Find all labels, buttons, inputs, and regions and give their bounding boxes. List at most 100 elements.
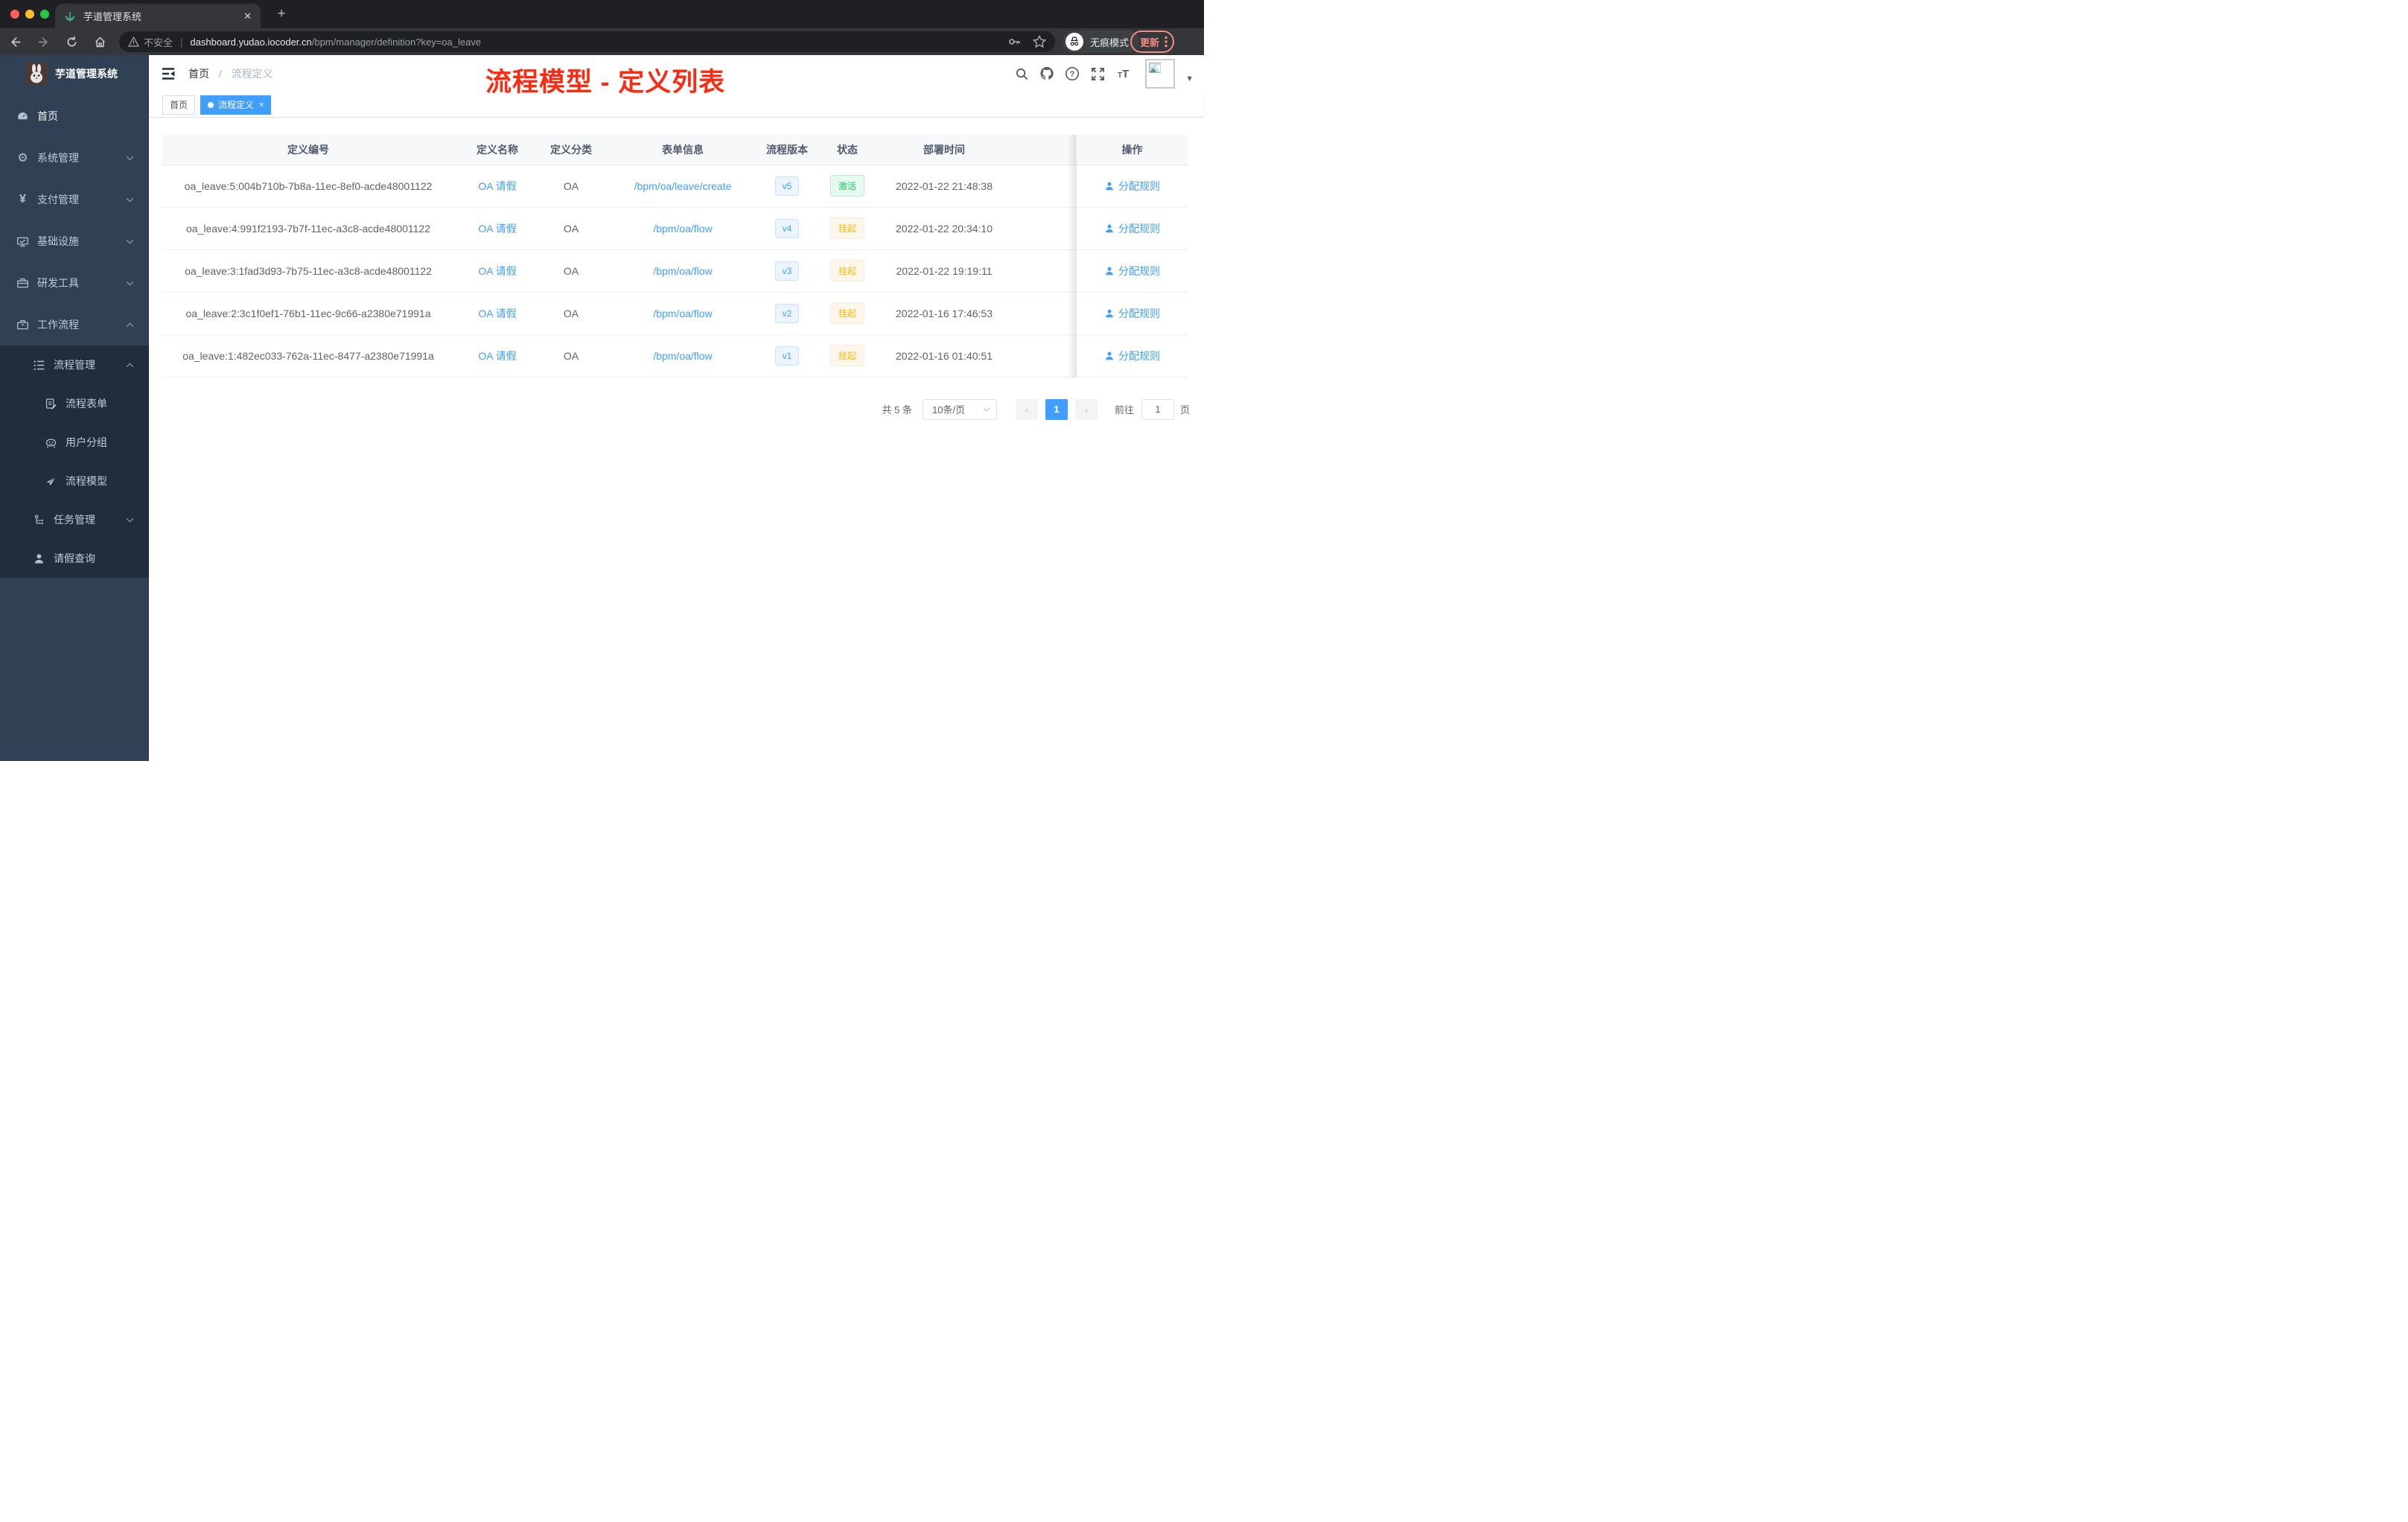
tag-close-icon[interactable]: × (259, 101, 264, 109)
fullscreen-icon[interactable] (1090, 66, 1105, 81)
version-badge: v3 (774, 261, 800, 281)
insecure-label[interactable]: 不安全 (144, 35, 173, 49)
form-link[interactable]: /bpm/oa/flow (653, 265, 712, 277)
assign-rule-button[interactable]: 分配规则 (1104, 264, 1160, 278)
form-link[interactable]: /bpm/oa/flow (653, 223, 712, 235)
sidebar-item-process-form[interactable]: 流程表单 (0, 384, 149, 423)
sidebar-item-workflow[interactable]: 工作流程 (0, 304, 149, 346)
cell-category: OA (541, 165, 602, 208)
browser-tab[interactable]: 芋道管理系统 ✕ (55, 4, 261, 28)
form-link[interactable]: /bpm/oa/flow (653, 308, 712, 319)
update-label[interactable]: 更新 (1140, 35, 1159, 49)
app-logo-rabbit (25, 63, 48, 85)
definition-name-link[interactable]: OA 请假 (478, 265, 516, 277)
sidebar-item-process-model[interactable]: 流程模型 (0, 462, 149, 500)
breadcrumb-home[interactable]: 首页 (188, 68, 209, 80)
cell-category: OA (541, 207, 602, 250)
table-row: oa_leave:4:991f2193-7b7f-11ec-a3c8-acde4… (162, 207, 1188, 250)
next-page-button[interactable]: › (1074, 398, 1098, 420)
sidebar-item-label: 系统管理 (37, 152, 79, 164)
minimize-window-button[interactable] (25, 10, 34, 19)
window-controls (10, 10, 49, 19)
sidebar-item-task-management[interactable]: 任务管理 (0, 500, 149, 539)
bookmark-star-icon[interactable] (1033, 35, 1046, 48)
sidebar-item-devtools[interactable]: 研发工具 (0, 262, 149, 304)
table-row: oa_leave:5:004b710b-7b8a-11ec-8ef0-acde4… (162, 165, 1188, 208)
tag-process-definition[interactable]: 流程定义 × (200, 95, 272, 115)
address-bar[interactable]: 不安全 | dashboard.yudao.iocoder.cn/bpm/man… (119, 31, 1055, 52)
sidebar-item-payment[interactable]: ¥ 支付管理 (0, 179, 149, 220)
prev-page-button[interactable]: ‹ (1015, 398, 1038, 420)
cell-definition-id: oa_leave:5:004b710b-7b8a-11ec-8ef0-acde4… (162, 165, 454, 208)
tag-label: 首页 (170, 100, 188, 110)
page-size-value: 10条/页 (931, 404, 966, 415)
back-icon[interactable] (9, 36, 22, 48)
url-host[interactable]: dashboard.yudao.iocoder.cn (190, 36, 311, 48)
sidebar-item-label: 任务管理 (54, 514, 95, 526)
search-icon[interactable] (1014, 66, 1029, 81)
avatar[interactable] (1145, 59, 1176, 89)
cell-deploy-time: 2022-01-22 19:19:11 (885, 249, 1004, 293)
caret-down-icon[interactable]: ▼ (1185, 74, 1194, 83)
assign-rule-button[interactable]: 分配规则 (1104, 221, 1160, 236)
annotation-title: 流程模型 - 定义列表 (485, 68, 726, 97)
assign-rule-button[interactable]: 分配规则 (1104, 306, 1160, 321)
definition-name-link[interactable]: OA 请假 (478, 223, 516, 235)
table-header-row: 定义编号 定义名称 定义分类 表单信息 流程版本 状态 部署时间 操作 (162, 135, 1188, 165)
sidebar-item-home[interactable]: 首页 (0, 95, 149, 137)
user-icon (1106, 224, 1113, 232)
assign-rule-button[interactable]: 分配规则 (1104, 179, 1160, 194)
svg-text:T: T (1122, 68, 1129, 80)
table-row: oa_leave:1:482ec033-762a-11ec-8477-a2380… (162, 334, 1188, 378)
definition-name-link[interactable]: OA 请假 (478, 180, 516, 192)
tag-home[interactable]: 首页 (162, 95, 196, 115)
sidebar-item-label: 研发工具 (37, 277, 79, 289)
sidebar-item-leave-query[interactable]: 请假查询 (0, 539, 149, 578)
kebab-menu-icon[interactable] (1165, 36, 1168, 48)
goto-page-input[interactable] (1141, 398, 1174, 420)
help-icon[interactable]: ? (1065, 66, 1080, 81)
sidebar-item-infrastructure[interactable]: 基础设施 (0, 220, 149, 262)
zoom-window-button[interactable] (40, 10, 49, 19)
sidebar-item-label: 请假查询 (54, 553, 95, 564)
sidebar-item-system[interactable]: ⚙ 系统管理 (0, 137, 149, 179)
col-definition-category: 定义分类 (541, 135, 602, 165)
form-link[interactable]: /bpm/oa/flow (653, 350, 712, 362)
total-count: 共 5 条 (882, 404, 912, 415)
font-size-icon[interactable]: TT (1115, 66, 1130, 81)
cell-definition-id: oa_leave:3:1fad3d93-7b75-11ec-a3c8-acde4… (162, 249, 454, 293)
hamburger-icon[interactable] (161, 66, 176, 81)
incognito-label: 无痕模式 (1090, 36, 1130, 48)
version-badge: v4 (774, 218, 800, 238)
sidebar-item-user-group[interactable]: 用户分组 (0, 423, 149, 462)
workflow-submenu: 流程管理 流程表单 用户分组 流程模型 任务管理 请假查询 (0, 346, 149, 578)
new-tab-button[interactable]: + (273, 5, 290, 23)
close-window-button[interactable] (10, 10, 19, 19)
status-badge: 挂起 (829, 260, 864, 281)
insecure-warning-icon[interactable] (128, 36, 139, 47)
app-logo-row[interactable]: 芋道管理系统 (0, 55, 149, 92)
definition-name-link[interactable]: OA 请假 (478, 350, 516, 362)
definition-name-link[interactable]: OA 请假 (478, 308, 516, 319)
chrome-update-button[interactable]: 更新 (1130, 31, 1175, 53)
github-icon[interactable] (1039, 66, 1054, 81)
sidebar-item-label: 流程模型 (66, 475, 107, 487)
forward-icon[interactable] (37, 36, 50, 48)
url-path[interactable]: /bpm/manager/definition?key=oa_leave (312, 36, 481, 48)
col-status: 状态 (810, 135, 885, 165)
key-icon[interactable] (1007, 35, 1021, 48)
toolbox-icon (16, 277, 29, 290)
current-page-button[interactable]: 1 (1045, 398, 1068, 420)
reload-icon[interactable] (66, 36, 78, 48)
sidebar-item-process-management[interactable]: 流程管理 (0, 346, 149, 384)
pagination: 共 5 条 10条/页 ‹ 1 › 前往 页 (162, 398, 1190, 420)
tab-close-icon[interactable]: ✕ (243, 10, 252, 22)
dashboard-icon (16, 110, 29, 123)
page-size-select[interactable]: 10条/页 (922, 398, 997, 420)
assign-rule-button[interactable]: 分配规则 (1104, 348, 1160, 363)
home-icon[interactable] (94, 36, 106, 48)
sidebar-item-label: 用户分组 (66, 436, 107, 448)
form-link[interactable]: /bpm/oa/leave/create (634, 180, 732, 192)
cell-category: OA (541, 334, 602, 378)
col-definition-name: 定义名称 (454, 135, 541, 165)
